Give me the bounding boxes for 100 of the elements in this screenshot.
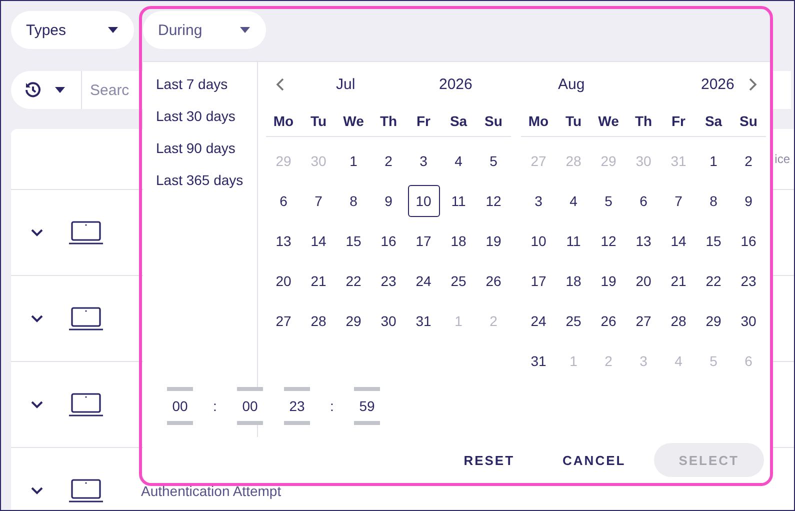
weekday-label: Th	[371, 106, 406, 137]
calendar-day[interactable]: 27	[266, 301, 301, 341]
calendar-day[interactable]: 25	[441, 261, 476, 301]
calendar-day[interactable]: 16	[371, 221, 406, 261]
date-range-dropdown[interactable]: During	[143, 11, 266, 49]
calendar-day[interactable]: 23	[731, 261, 766, 301]
calendar-day[interactable]: 6	[626, 181, 661, 221]
calendar-day[interactable]: 4	[441, 141, 476, 181]
calendar-day[interactable]: 17	[521, 261, 556, 301]
calendar-day[interactable]: 9	[371, 181, 406, 221]
calendar-day[interactable]: 21	[661, 261, 696, 301]
calendar-day[interactable]: 29	[336, 301, 371, 341]
calendar-day[interactable]: 1	[696, 141, 731, 181]
weekday-label: We	[591, 106, 626, 137]
filter-dropdown[interactable]: Types	[11, 11, 134, 49]
expand-button[interactable]	[31, 400, 43, 408]
calendar-day[interactable]: 15	[696, 221, 731, 261]
calendar-day[interactable]: 26	[591, 301, 626, 341]
preset-option[interactable]: Last 365 days	[156, 170, 257, 190]
chevron-down-icon	[31, 486, 43, 494]
action-button[interactable]: CANCEL	[542, 443, 646, 477]
calendar-day[interactable]: 7	[661, 181, 696, 221]
weekday-label: Mo	[266, 106, 301, 137]
calendar-day[interactable]: 6	[266, 181, 301, 221]
calendar-day[interactable]: 13	[266, 221, 301, 261]
calendar-day[interactable]: 23	[371, 261, 406, 301]
calendar-day[interactable]: 12	[591, 221, 626, 261]
calendar-day[interactable]: 30	[731, 301, 766, 341]
calendar-day[interactable]: 5	[591, 181, 626, 221]
preset-option[interactable]: Last 90 days	[156, 138, 257, 158]
weekday-label: Mo	[521, 106, 556, 137]
month-label: Aug	[558, 76, 585, 92]
minute-field[interactable]: 00	[237, 387, 263, 425]
calendar-day[interactable]: 31	[521, 341, 556, 381]
calendar-day[interactable]: 28	[301, 301, 336, 341]
hour-field[interactable]: 00	[167, 387, 193, 425]
calendar-day[interactable]: 4	[556, 181, 591, 221]
calendar-day[interactable]: 30	[371, 301, 406, 341]
chevron-down-icon	[31, 400, 43, 408]
calendar-day[interactable]: 20	[266, 261, 301, 301]
caret-icon	[240, 27, 250, 33]
calendar-day[interactable]: 22	[336, 261, 371, 301]
expand-button[interactable]	[31, 486, 43, 494]
calendar-day[interactable]: 8	[696, 181, 731, 221]
preset-option[interactable]: Last 30 days	[156, 106, 257, 126]
calendar-day[interactable]: 9	[731, 181, 766, 221]
minute-field[interactable]: 59	[354, 387, 380, 425]
year-label: 2026	[701, 76, 734, 92]
calendar-day[interactable]: 29	[696, 301, 731, 341]
row-text: Authentication Attempt	[141, 482, 282, 498]
calendar-day[interactable]: 17	[406, 221, 441, 261]
calendar-day[interactable]: 19	[591, 261, 626, 301]
calendar-day[interactable]: 28	[661, 301, 696, 341]
next-month-button[interactable]	[749, 78, 757, 90]
preset-option[interactable]: Last 7 days	[156, 74, 257, 94]
calendar-day[interactable]: 26	[476, 261, 511, 301]
hour-field[interactable]: 23	[284, 387, 310, 425]
expand-button[interactable]	[31, 314, 43, 322]
calendar-day[interactable]: 5	[476, 141, 511, 181]
expand-button[interactable]	[31, 228, 43, 236]
calendar-day[interactable]: 27	[626, 301, 661, 341]
calendar-day[interactable]: 22	[696, 261, 731, 301]
calendar-day[interactable]: 18	[441, 221, 476, 261]
calendar-day[interactable]: 12	[476, 181, 511, 221]
calendar-day[interactable]: 25	[556, 301, 591, 341]
calendar-day[interactable]: 19	[476, 221, 511, 261]
calendar-day[interactable]: 14	[301, 221, 336, 261]
calendar-day[interactable]: 18	[556, 261, 591, 301]
calendar-day[interactable]: 1	[336, 141, 371, 181]
calendar-day[interactable]: 2	[371, 141, 406, 181]
calendar-day[interactable]: 14	[661, 221, 696, 261]
calendar-day[interactable]: 20	[626, 261, 661, 301]
calendar-day[interactable]: 3	[521, 181, 556, 221]
weekday-label: Tu	[301, 106, 336, 137]
weekday-label: Su	[731, 106, 766, 137]
weekday-label: Th	[626, 106, 661, 137]
calendar-day[interactable]: 21	[301, 261, 336, 301]
calendar-day[interactable]: 3	[406, 141, 441, 181]
calendar-day[interactable]: 8	[336, 181, 371, 221]
calendar-day[interactable]: 15	[336, 221, 371, 261]
calendar-day[interactable]: 24	[521, 301, 556, 341]
caret-icon	[108, 27, 118, 33]
weekday-label: Fr	[661, 106, 696, 137]
month-label: Jul	[336, 76, 356, 92]
weekday-label: Sa	[441, 106, 476, 137]
calendar-day[interactable]: 13	[626, 221, 661, 261]
laptop-icon	[69, 392, 103, 416]
weekday-label: Sa	[696, 106, 731, 137]
calendar-day[interactable]: 2	[731, 141, 766, 181]
previous-month-button[interactable]	[276, 78, 284, 90]
calendar-day[interactable]: 7	[301, 181, 336, 221]
action-button[interactable]: RESET	[444, 443, 535, 477]
calendar-day[interactable]: 10	[521, 221, 556, 261]
weekday-label: Fr	[406, 106, 441, 137]
calendar-day[interactable]: 11	[556, 221, 591, 261]
calendar-day[interactable]: 24	[406, 261, 441, 301]
chevron-right-icon	[749, 78, 757, 90]
calendar-day[interactable]: 11	[441, 181, 476, 221]
calendar-day[interactable]: 16	[731, 221, 766, 261]
calendar-day[interactable]: 31	[406, 301, 441, 341]
